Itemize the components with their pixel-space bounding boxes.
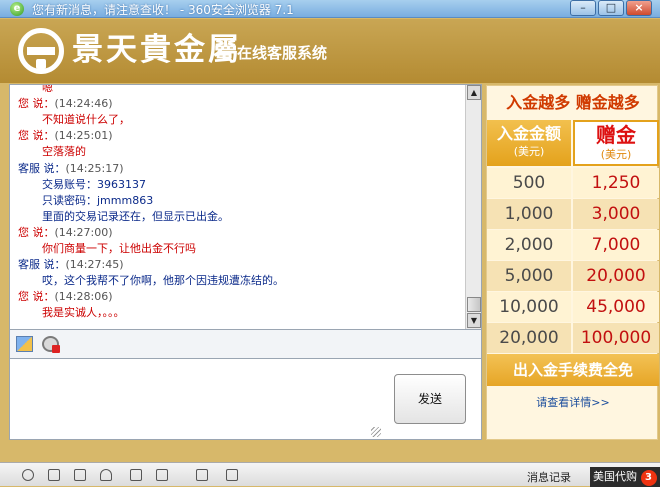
browser-statusbar: 消息记录 美国代购 3	[0, 462, 660, 487]
message-text: 哎，这个我帮不了你啊，他那个因违规遭冻结的。	[42, 274, 284, 288]
statusbar-tool-icon[interactable]	[22, 469, 34, 481]
close-button[interactable]: ×	[626, 0, 652, 16]
promo-headline: 入金越多 赠金越多	[506, 93, 640, 112]
microphone-icon[interactable]	[100, 469, 112, 481]
statusbar-tool-icon[interactable]	[156, 469, 168, 481]
fee-free-banner: 出入金手续费全免	[487, 354, 659, 386]
deposit-amount: 1,000	[487, 199, 571, 229]
statusbar-tool-icon[interactable]	[74, 469, 86, 481]
maximize-button[interactable]: □	[598, 0, 624, 16]
message-time: (14:28:06)	[54, 290, 113, 304]
bonus-column-header: 赠金 (美元)	[573, 120, 659, 166]
message-text: 交易账号：3963137	[42, 177, 146, 191]
message-text: 你们商量一下，让他出金不行吗	[42, 242, 196, 255]
message-text: 只读密码：jmmm863	[42, 193, 154, 207]
bonus-amount: 100,000	[573, 323, 659, 353]
statusbar-tool-icon[interactable]	[130, 469, 142, 481]
sender-name: 您 说：	[18, 225, 55, 239]
notification-badge: 3	[640, 470, 657, 486]
message-text: 空落落的	[42, 145, 86, 159]
sender-name: 您 说：	[18, 97, 55, 111]
brand-subtitle: 在线客服系统	[237, 44, 328, 62]
statusbar-tool-icon[interactable]	[48, 469, 60, 481]
news-ticker[interactable]: 美国代购 3	[590, 467, 660, 487]
message-time: (14:27:00)	[54, 225, 113, 239]
scroll-down-button[interactable]: ▼	[467, 313, 481, 328]
sender-name: 客服 说：	[18, 161, 66, 175]
window-title: 您有新消息，请注意查收！ - 360安全浏览器 7.1	[32, 3, 294, 17]
bonus-amount: 7,000	[573, 230, 659, 260]
message-header: 您 说：(14:24:46)	[18, 97, 113, 111]
resize-grip-icon[interactable]	[371, 427, 381, 437]
sender-name: 您 说：	[18, 129, 55, 143]
chat-transcript[interactable]: 嗯您 说：(14:24:46) 不知道说什么了，您 说：(14:25:01) 空落落…	[9, 84, 482, 330]
chat-toolbar	[9, 330, 482, 358]
deposit-amount: 5,000	[487, 261, 571, 291]
message-header: 您 说：(14:27:00)	[18, 226, 113, 240]
message-time: (14:24:46)	[54, 97, 113, 111]
message-text: 嗯	[42, 85, 53, 94]
deposit-amount: 20,000	[487, 323, 571, 353]
message-history-link[interactable]: 消息记录	[527, 469, 571, 485]
bonus-amount: 20,000	[573, 261, 659, 291]
statusbar-tool-icon[interactable]	[226, 469, 238, 481]
send-file-icon[interactable]	[16, 336, 33, 352]
promo-panel: 入金越多 赠金越多 入金金额 (美元) 赠金 (美元) 500 1,250 1,00…	[486, 85, 659, 440]
screenshot-icon[interactable]	[42, 336, 60, 353]
message-time: (14:27:45)	[65, 258, 124, 272]
send-button[interactable]: 发送	[394, 374, 466, 424]
message-time: (14:25:17)	[65, 161, 124, 175]
scroll-up-button[interactable]: ▲	[467, 85, 481, 100]
statusbar-tool-icon[interactable]	[196, 469, 208, 481]
sender-name: 您 说：	[18, 290, 55, 304]
brand-name: 景天貴金屬	[72, 32, 242, 68]
brand-emblem-icon	[18, 28, 64, 74]
message-text: 我是实诚人，。。。	[42, 306, 125, 320]
minimize-button[interactable]: –	[570, 0, 596, 16]
bonus-amount: 1,250	[573, 168, 659, 198]
message-header: 您 说：(14:25:01)	[18, 129, 113, 143]
bonus-amount: 3,000	[573, 199, 659, 229]
details-link[interactable]: 请查看详情>>	[487, 394, 659, 410]
message-header: 客服 说：(14:25:17)	[18, 162, 124, 176]
deposit-amount: 500	[487, 168, 571, 198]
browser-logo-icon: e	[10, 2, 24, 16]
vertical-scrollbar[interactable]: ▲ ▼	[465, 85, 481, 329]
message-text: 不知道说什么了，	[42, 113, 130, 127]
browser-titlebar: e 您有新消息，请注意查收！ - 360安全浏览器 7.1 – □ ×	[0, 0, 660, 18]
bonus-amount: 45,000	[573, 292, 659, 322]
message-text: 里面的交易记录还在，但显示已出金。	[42, 209, 229, 223]
message-header: 客服 说：(14:27:45)	[18, 258, 124, 272]
scroll-thumb[interactable]	[467, 297, 481, 312]
deposit-column-header: 入金金额 (美元)	[487, 120, 571, 166]
brand-banner: 景天貴金屬 在线客服系统	[0, 19, 660, 83]
message-header: 您 说：(14:28:06)	[18, 290, 113, 304]
deposit-amount: 2,000	[487, 230, 571, 260]
message-list: 嗯您 说：(14:24:46) 不知道说什么了，您 说：(14:25:01) 空落落…	[10, 85, 466, 329]
sender-name: 客服 说：	[18, 258, 66, 272]
message-time: (14:25:01)	[54, 129, 113, 143]
deposit-amount: 10,000	[487, 292, 571, 322]
